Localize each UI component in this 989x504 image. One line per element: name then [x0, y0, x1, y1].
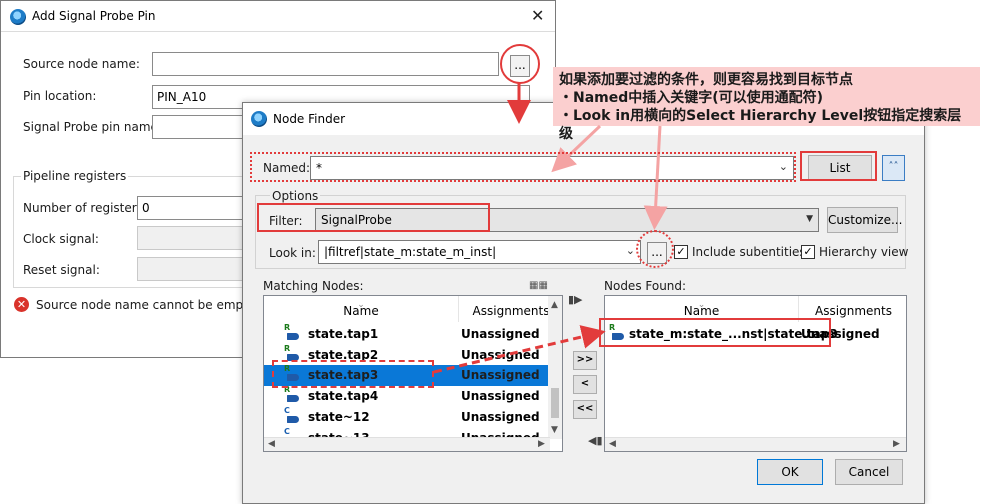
grid-view-icon[interactable]: ▦▦: [529, 280, 548, 291]
collapse-options-icon[interactable]: ˄˄: [882, 155, 905, 181]
highlight-hierarchy-button: [636, 230, 674, 268]
nodes-found-title: Nodes Found:: [604, 279, 687, 293]
clock-signal-label: Clock signal:: [23, 232, 99, 246]
highlight-filter: [257, 203, 490, 232]
sort-caret-icon: ⌄: [697, 300, 706, 310]
swap-right-icon[interactable]: ▮▶: [568, 293, 583, 306]
horizontal-scrollbar[interactable]: ◀ ▶: [264, 437, 550, 451]
source-node-label: Source node name:: [23, 57, 140, 71]
highlight-browse-button: [500, 44, 540, 84]
signal-node-icon: R: [284, 385, 300, 405]
move-all-left-button[interactable]: <<: [573, 400, 597, 419]
highlight-found-node: [599, 318, 831, 347]
pin-location-label: Pin location:: [23, 89, 97, 103]
quartus-app-icon: [251, 111, 267, 127]
source-node-input[interactable]: [152, 52, 499, 76]
include-subentities-label: Include subentities: [692, 245, 806, 259]
list-item[interactable]: Cstate~12 Unassigned: [264, 406, 562, 428]
error-icon: ✕: [14, 297, 29, 312]
customize-button[interactable]: Customize...: [827, 207, 902, 233]
look-in-value: |filtref|state_m:state_m_inst|: [324, 245, 497, 259]
node-assignment: Unassigned: [461, 347, 540, 362]
chevron-down-icon: ⌄: [625, 244, 635, 257]
hierarchy-view-checkbox[interactable]: ✓: [801, 245, 815, 259]
close-icon[interactable]: ✕: [531, 6, 544, 25]
signal-node-icon: C: [284, 406, 300, 426]
annotation-line-2: ・Named中插入关键字(可以使用通配符): [559, 90, 824, 106]
clock-signal-combo: [137, 226, 245, 250]
list-item[interactable]: Rstate.tap1 Unassigned: [264, 323, 562, 345]
num-registers-label: Number of registers:: [23, 201, 147, 215]
node-name: state.tap1: [308, 327, 379, 341]
title-bar: Add Signal Probe Pin ✕: [1, 1, 555, 32]
reset-signal-label: Reset signal:: [23, 263, 100, 277]
signal-node-icon: R: [284, 323, 300, 343]
horizontal-scrollbar[interactable]: ◀ ▶: [605, 437, 906, 451]
highlight-list-button: [800, 151, 877, 181]
look-in-label: Look in:: [269, 246, 316, 260]
highlight-selected-node: [272, 360, 434, 388]
annotation-line-1: 如果添加要过滤的条件，则更容易找到目标节点: [559, 72, 853, 88]
column-header-name[interactable]: ⌄ Name: [264, 296, 459, 322]
dropdown-arrow-icon: ▼: [806, 214, 813, 224]
options-title: Options: [270, 189, 321, 203]
error-message: Source node name cannot be empty: [36, 298, 255, 312]
move-left-button[interactable]: <: [573, 375, 597, 394]
node-assignment: Unassigned: [461, 327, 540, 341]
swap-left-icon[interactable]: ◀▮: [588, 434, 603, 447]
node-assignment: Unassigned: [461, 368, 540, 383]
quartus-app-icon: [10, 9, 26, 25]
list-item[interactable]: Rstate.tap4 Unassigned: [264, 385, 562, 407]
look-in-combo[interactable]: |filtref|state_m:state_m_inst| ⌄: [318, 240, 641, 264]
node-assignment: Unassigned: [461, 389, 540, 404]
node-name: state~12: [308, 409, 370, 424]
num-registers-spinbox[interactable]: 0: [137, 196, 245, 220]
node-name: state.tap4: [308, 389, 379, 404]
pipeline-registers-title: Pipeline registers: [21, 169, 129, 183]
cancel-button[interactable]: Cancel: [835, 459, 903, 485]
matching-nodes-title: Matching Nodes:: [263, 279, 364, 293]
dialog-title: Node Finder: [273, 112, 346, 126]
include-subentities-checkbox[interactable]: ✓: [674, 245, 688, 259]
sort-caret-icon: ⌄: [357, 300, 365, 310]
probe-pin-name-input[interactable]: [152, 115, 244, 139]
annotation-callout: 如果添加要过滤的条件，则更容易找到目标节点 ・Named中插入关键字(可以使用通…: [553, 67, 980, 142]
reset-signal-combo: [137, 257, 245, 281]
highlight-named-field: [250, 152, 796, 182]
ok-button[interactable]: OK: [757, 459, 823, 485]
hierarchy-view-label: Hierarchy view: [819, 245, 909, 259]
move-all-right-button[interactable]: >>: [573, 351, 597, 370]
probe-pin-name-label: Signal Probe pin name:: [23, 120, 162, 134]
node-assignment: Unassigned: [461, 409, 540, 424]
annotation-line-3: ・Look in用横向的Select Hierarchy Level按钮指定搜索…: [559, 108, 962, 142]
vertical-scrollbar[interactable]: ▲ ▼: [548, 296, 562, 439]
dialog-title: Add Signal Probe Pin: [32, 9, 156, 23]
